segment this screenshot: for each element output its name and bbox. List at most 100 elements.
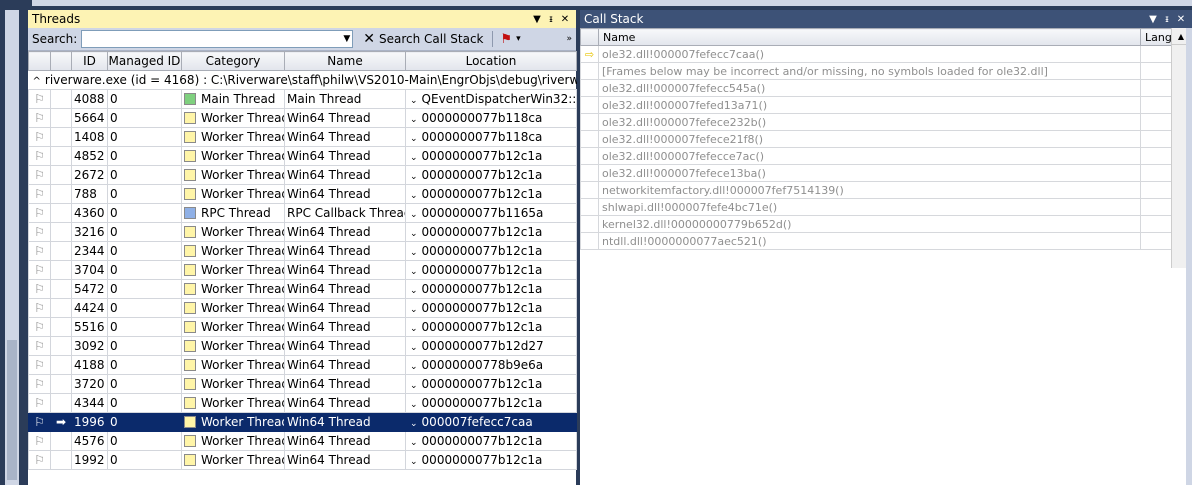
chevron-down-icon[interactable]: ⌄: [410, 343, 418, 353]
location-cell[interactable]: ⌄ 0000000077b12c1a: [405, 279, 577, 299]
column-header-name[interactable]: Name: [598, 28, 1141, 46]
table-row[interactable]: ⚐ 2344 0 Worker Thread Win64 Thread ⌄ 00000000…: [28, 241, 577, 261]
flag-icon[interactable]: ⚐: [34, 434, 45, 448]
chevron-down-icon[interactable]: ⌄: [410, 305, 418, 315]
left-scroll-thumb[interactable]: [7, 340, 17, 480]
table-row[interactable]: ⚐ 4360 0 RPC Thread RPC Callback Thread ⌄ 0000…: [28, 203, 577, 223]
chevron-down-icon[interactable]: ⌄: [410, 153, 418, 163]
location-cell[interactable]: ⌄ 0000000077b12c1a: [405, 298, 577, 318]
chevron-down-icon[interactable]: ⌄: [410, 96, 418, 106]
chevron-down-icon[interactable]: ⌄: [410, 115, 418, 125]
list-item[interactable]: ole32.dll!000007fefece13ba(): [580, 164, 1172, 182]
location-cell[interactable]: ⌄ 0000000077b12c1a: [405, 165, 577, 185]
table-row[interactable]: ⚐ 2672 0 Worker Thread Win64 Thread ⌄ 00000000…: [28, 165, 577, 185]
column-header-managed-id[interactable]: Managed ID: [107, 51, 182, 71]
table-row[interactable]: ⚐ 5664 0 Worker Thread Win64 Thread ⌄ 00000000…: [28, 108, 577, 128]
list-item[interactable]: networkitemfactory.dll!000007fef7514139(…: [580, 181, 1172, 199]
chevron-down-icon[interactable]: ⌄: [410, 324, 418, 334]
clear-search-icon[interactable]: ✕: [363, 31, 375, 47]
window-position-button[interactable]: ▼: [1146, 14, 1160, 25]
table-row[interactable]: ⚐ 1992 0 Worker Thread Win64 Thread ⌄ 00000000…: [28, 450, 577, 470]
chevron-down-icon[interactable]: ⌄: [410, 172, 418, 182]
auto-hide-pin-icon[interactable]: ᵻ: [1160, 14, 1174, 25]
chevron-down-icon[interactable]: ⌄: [410, 362, 418, 372]
column-header-id[interactable]: ID: [71, 51, 108, 71]
list-item[interactable]: ole32.dll!000007fefece21f8(): [580, 130, 1172, 148]
chevron-down-icon[interactable]: ⌄: [410, 381, 418, 391]
flag-column-header[interactable]: [28, 51, 51, 71]
chevron-down-icon[interactable]: ⌄: [410, 267, 418, 277]
location-cell[interactable]: ⌄ 0000000077b12c1a: [405, 431, 577, 451]
table-row[interactable]: ⚐ 5472 0 Worker Thread Win64 Thread ⌄ 00000000…: [28, 279, 577, 299]
flag-icon[interactable]: ⚐: [34, 377, 45, 391]
flag-icon[interactable]: ⚐: [34, 187, 45, 201]
location-cell[interactable]: ⌄ 0000000077b118ca: [405, 127, 577, 147]
auto-hide-pin-icon[interactable]: ᵻ: [544, 14, 558, 25]
table-row[interactable]: ⚐ 5516 0 Worker Thread Win64 Thread ⌄ 00000000…: [28, 317, 577, 337]
call-stack-title-bar[interactable]: Call Stack ▼ ᵻ ✕: [580, 10, 1192, 28]
chevron-down-icon[interactable]: ⌄: [410, 229, 418, 239]
flag-dropdown-icon[interactable]: ▾: [516, 34, 521, 44]
chevron-down-icon[interactable]: ⌄: [410, 134, 418, 144]
table-row[interactable]: ⚐ 4424 0 Worker Thread Win64 Thread ⌄ 00000000…: [28, 298, 577, 318]
list-item[interactable]: ntdll.dll!0000000077aec521(): [580, 232, 1172, 250]
indicator-column-header[interactable]: [580, 28, 599, 46]
list-item[interactable]: ole32.dll!000007fefecc545a(): [580, 79, 1172, 97]
table-row[interactable]: ⚐ 4088 0 Main Thread Main Thread ⌄ QEventDispa…: [28, 89, 577, 109]
search-dropdown-icon[interactable]: ▼: [343, 31, 350, 47]
list-item[interactable]: kernel32.dll!00000000779b652d(): [580, 215, 1172, 233]
table-row[interactable]: ⚐ 4576 0 Worker Thread Win64 Thread ⌄ 00000000…: [28, 431, 577, 451]
close-icon[interactable]: ✕: [558, 14, 572, 25]
table-row[interactable]: ⚐ ➡ 1996 0 Worker Thread Win64 Thread ⌄ 000007f…: [28, 412, 577, 432]
flag-icon[interactable]: ⚐: [34, 149, 45, 163]
location-cell[interactable]: ⌄ 0000000077b1165a: [405, 203, 577, 223]
search-call-stack-button[interactable]: Search Call Stack: [379, 32, 483, 46]
chevron-down-icon[interactable]: ⌄: [410, 191, 418, 201]
column-header-name[interactable]: Name: [284, 51, 406, 71]
location-cell[interactable]: ⌄ 0000000077b12c1a: [405, 450, 577, 470]
flag-icon[interactable]: ⚐: [34, 339, 45, 353]
process-group-row[interactable]: ^ riverware.exe (id = 4168) : C:\Riverwar…: [29, 71, 577, 90]
flag-icon[interactable]: ⚑: [501, 32, 513, 47]
list-item[interactable]: ⇨ ole32.dll!000007fefecc7caa(): [580, 45, 1172, 63]
location-cell[interactable]: ⌄ QEventDispatcherWin32::p: [405, 89, 577, 109]
location-cell[interactable]: ⌄ 0000000077b12c1a: [405, 260, 577, 280]
chevron-down-icon[interactable]: ⌄: [410, 248, 418, 258]
location-cell[interactable]: ⌄ 0000000077b12c1a: [405, 146, 577, 166]
flag-icon[interactable]: ⚐: [34, 206, 45, 220]
search-input[interactable]: ▼: [81, 30, 354, 48]
threads-title-bar[interactable]: Threads ▼ ᵻ ✕: [28, 10, 576, 28]
location-cell[interactable]: ⌄ 0000000077b12c1a: [405, 393, 577, 413]
chevron-down-icon[interactable]: ⌄: [410, 286, 418, 296]
list-item[interactable]: ole32.dll!000007fefece232b(): [580, 113, 1172, 131]
flag-icon[interactable]: ⚐: [34, 168, 45, 182]
toolbar-overflow-icon[interactable]: »: [566, 34, 572, 44]
location-cell[interactable]: ⌄ 0000000077b118ca: [405, 108, 577, 128]
flag-icon[interactable]: ⚐: [34, 130, 45, 144]
chevron-down-icon[interactable]: ⌄: [410, 457, 418, 467]
table-row[interactable]: ⚐ 1408 0 Worker Thread Win64 Thread ⌄ 00000000…: [28, 127, 577, 147]
chevron-down-icon[interactable]: ⌄: [410, 400, 418, 410]
location-cell[interactable]: ⌄ 0000000077b12d27: [405, 336, 577, 356]
location-cell[interactable]: ⌄ 0000000077b12c1a: [405, 317, 577, 337]
chevron-down-icon[interactable]: ⌄: [410, 419, 418, 429]
flag-icon[interactable]: ⚐: [34, 396, 45, 410]
current-column-header[interactable]: [50, 51, 72, 71]
location-cell[interactable]: ⌄ 0000000077b12c1a: [405, 374, 577, 394]
table-row[interactable]: ⚐ 3704 0 Worker Thread Win64 Thread ⌄ 00000000…: [28, 260, 577, 280]
flag-icon[interactable]: ⚐: [34, 92, 45, 106]
column-header-language[interactable]: Langı: [1140, 28, 1175, 46]
list-item[interactable]: ole32.dll!000007fefecce7ac(): [580, 147, 1172, 165]
flag-icon[interactable]: ⚐: [34, 358, 45, 372]
list-item[interactable]: [Frames below may be incorrect and/or mi…: [580, 62, 1172, 80]
table-row[interactable]: ⚐ 3720 0 Worker Thread Win64 Thread ⌄ 00000000…: [28, 374, 577, 394]
table-row[interactable]: ⚐ 3216 0 Worker Thread Win64 Thread ⌄ 00000000…: [28, 222, 577, 242]
collapse-chevron-icon[interactable]: ^: [33, 76, 41, 87]
table-row[interactable]: ⚐ 4188 0 Worker Thread Win64 Thread ⌄ 00000000…: [28, 355, 577, 375]
location-cell[interactable]: ⌄ 0000000077b12c1a: [405, 222, 577, 242]
location-cell[interactable]: ⌄ 0000000077b12c1a: [405, 241, 577, 261]
table-row[interactable]: ⚐ 4344 0 Worker Thread Win64 Thread ⌄ 00000000…: [28, 393, 577, 413]
location-cell[interactable]: ⌄ 0000000077b12c1a: [405, 184, 577, 204]
location-cell[interactable]: ⌄ 00000000778b9e6a: [405, 355, 577, 375]
column-header-category[interactable]: Category: [181, 51, 285, 71]
